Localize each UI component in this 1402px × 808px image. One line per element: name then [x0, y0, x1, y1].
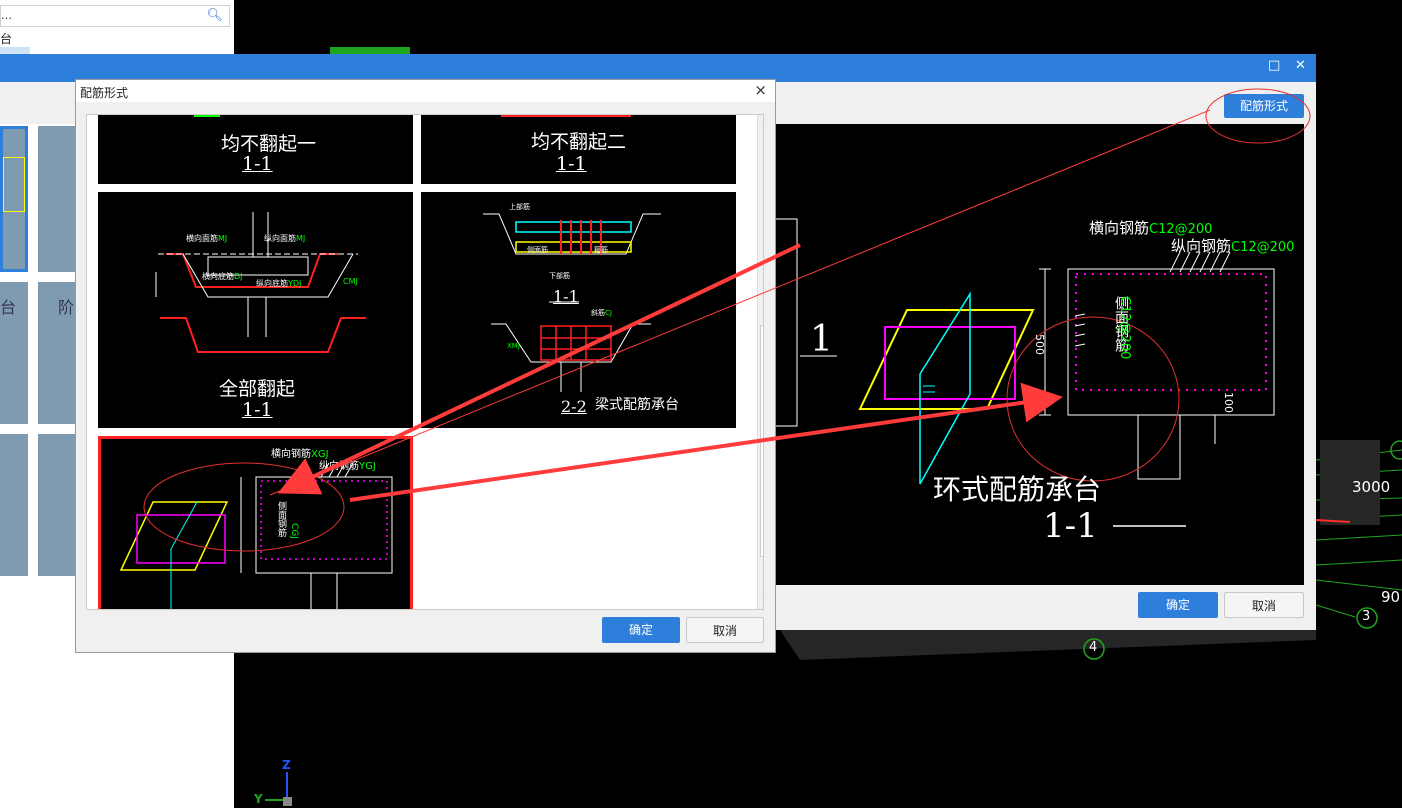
search-icon[interactable]: 🔍︎ [206, 8, 223, 23]
thumbnail-6[interactable] [38, 434, 75, 576]
component-search[interactable]: … 🔍︎ [0, 5, 230, 27]
cap-preview-canvas: 1 横向钢筋C12@200 纵向钢筋C12@200 侧面钢筋 C12@200 5… [775, 124, 1304, 585]
close-icon[interactable]: ✕ [1295, 58, 1306, 73]
option-2-section: 1-1 [556, 153, 587, 175]
small-cancel-button[interactable]: 取消 [686, 617, 764, 643]
thumbnail-4[interactable]: 阶 [38, 282, 75, 424]
preview-big-1: 1 [810, 319, 833, 360]
option-1-section: 1-1 [242, 153, 273, 175]
style-option-list[interactable]: 均不翻起一 1-1 均不翻起二 1-1 横向面筋MJ 纵向面筋MJ 横向底筋DJ… [86, 114, 764, 610]
big-dialog-titlebar[interactable]: □ ✕ [0, 54, 1316, 82]
thumbnail-list-back: 台 阶 [0, 124, 75, 630]
preview-vertical-rebar-label: 纵向钢筋C12@200 [1171, 237, 1295, 255]
close-icon[interactable]: × [754, 81, 767, 99]
maximize-icon[interactable]: □ [1268, 58, 1280, 73]
dimension-90: 90 [1381, 588, 1401, 606]
axis-y-label: Y [254, 792, 263, 806]
preview-dim-100: 100 [1222, 392, 1235, 413]
small-ok-button[interactable]: 确定 [602, 617, 680, 643]
style-option-5-selected[interactable]: 横向钢筋XGJ 纵向钢筋YGJ 侧面钢筋 CGJ [98, 436, 413, 609]
option-4-title: 梁式配筋承台 [595, 397, 679, 413]
thumbnail-2[interactable] [38, 126, 75, 272]
big-ok-button[interactable]: 确定 [1138, 592, 1218, 618]
style-option-2[interactable]: 均不翻起二 1-1 [421, 115, 736, 184]
option-3-section: 1-1 [242, 399, 273, 421]
preview-title: 环式配筋承台 [933, 473, 1102, 506]
tree-item-1[interactable]: 台 [0, 30, 12, 47]
preview-side-rebar-spec: C12@200 [1117, 296, 1132, 360]
thumbnail-5[interactable] [0, 434, 28, 576]
style-option-4[interactable]: 上部筋 侧面筋 下部筋 箍筋 斜筋CJ XMJ 1-1 2-2 梁式配筋承台 [421, 192, 736, 428]
option-4-drawing [483, 213, 661, 392]
axis-4-label: 4 [1089, 640, 1098, 655]
reinforcement-style-button[interactable]: 配筋形式 [1224, 94, 1304, 118]
style-option-1[interactable]: 均不翻起一 1-1 [98, 115, 413, 184]
scroll-up-icon[interactable]: ▲ [760, 117, 764, 131]
style-option-3[interactable]: 横向面筋MJ 纵向面筋MJ 横向底筋DJ 纵向底筋YDJ CMJ 全部翻起 1-… [98, 192, 413, 428]
preview-dim-500: 500 [1033, 334, 1046, 355]
small-dialog-title: 配筋形式 [80, 86, 129, 100]
option-3-title: 全部翻起 [219, 378, 296, 400]
axis-z-label: Z [282, 758, 291, 772]
big-cancel-button[interactable]: 取消 [1224, 592, 1304, 618]
dimension-3000: 3000 [1352, 478, 1391, 496]
search-text: … [1, 9, 12, 22]
preview-section-label: 1-1 [1043, 506, 1098, 546]
thumbnail-selected[interactable] [0, 126, 28, 272]
option-list-scrollbar[interactable]: ▲ ▼ [757, 115, 764, 609]
option-4-section-1: 1-1 [553, 287, 579, 306]
reinforcement-style-dialog: 配筋形式 × 均不翻起一 1-1 均不翻起二 1-1 横向面筋MJ 纵向面筋MJ… [75, 79, 776, 653]
axis-3-label: 3 [1362, 609, 1371, 624]
thumbnail-3[interactable]: 台 [0, 282, 28, 424]
option-2-title: 均不翻起二 [531, 131, 627, 153]
option-4-section-2: 2-2 [561, 397, 587, 416]
scroll-down-icon[interactable]: ▼ [760, 593, 764, 607]
scroll-thumb[interactable] [760, 325, 763, 557]
option-1-title: 均不翻起一 [221, 133, 317, 155]
small-dialog-titlebar[interactable]: 配筋形式 × [76, 80, 775, 102]
